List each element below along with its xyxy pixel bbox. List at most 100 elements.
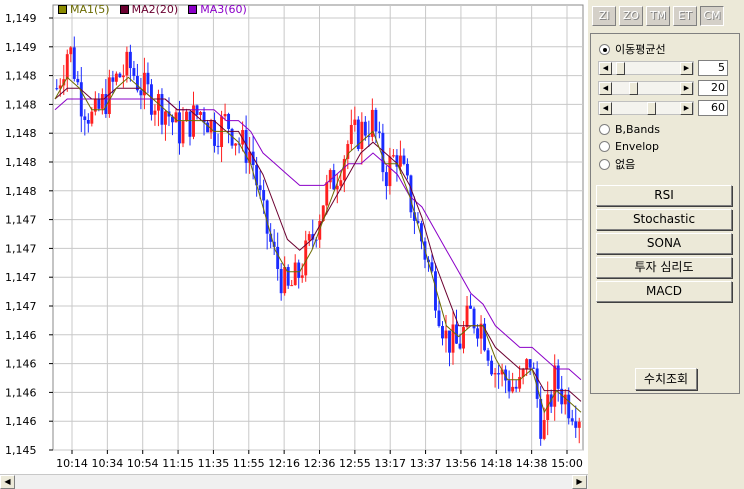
price-chart[interactable]: 1,149 1,149 1,148 1,148 1,148 1,148 1,148 1,147… xyxy=(0,0,588,489)
x-tick-label: 11:55 xyxy=(233,457,265,470)
sona-button[interactable]: SONA xyxy=(596,233,732,254)
candle-up xyxy=(300,275,304,278)
y-tick-label: 1,147 xyxy=(5,271,37,284)
candle-up xyxy=(153,110,157,115)
ma-label: 이동평균선 xyxy=(615,43,666,56)
x-tick-label: 10:54 xyxy=(127,457,159,470)
tm-button[interactable]: TM xyxy=(646,6,670,26)
x-tick-label: 13:56 xyxy=(445,457,477,470)
candle-up xyxy=(307,234,311,241)
legend-ma2: MA2(20) xyxy=(119,3,179,16)
candle-up xyxy=(290,285,294,287)
candle-down xyxy=(507,380,511,392)
candle-down xyxy=(286,267,290,286)
candle-up xyxy=(209,120,213,133)
rsi-button[interactable]: RSI xyxy=(596,185,732,206)
candle-up xyxy=(444,330,448,339)
candle-up xyxy=(65,54,69,80)
candle-down xyxy=(402,155,406,164)
legend-ma1: MA1(5) xyxy=(58,3,110,16)
bbands-option[interactable]: B,Bands xyxy=(599,123,660,136)
candle-down xyxy=(206,122,209,133)
legend-ma2-label: MA2(20) xyxy=(131,3,179,16)
zoom-out-button[interactable]: ZO xyxy=(619,6,643,26)
horizontal-scrollbar[interactable]: ◀ ▶ xyxy=(0,474,588,489)
candle-up xyxy=(234,143,238,146)
candle-down xyxy=(409,175,413,213)
candle-down xyxy=(149,84,153,115)
candle-down xyxy=(146,72,150,85)
candle-down xyxy=(76,78,80,83)
candle-down xyxy=(374,109,378,132)
y-tick-label: 1,149 xyxy=(5,12,37,25)
psychology-button[interactable]: 투자 심리도 xyxy=(596,257,732,278)
candle-up xyxy=(493,373,497,375)
x-tick-label: 11:15 xyxy=(162,457,194,470)
candle-up xyxy=(156,94,160,111)
candle-down xyxy=(405,163,409,176)
candle-down xyxy=(332,170,336,190)
candle-up xyxy=(283,267,287,294)
ma1-period-field[interactable]: 5 xyxy=(698,60,728,76)
cm-button[interactable]: CM xyxy=(700,6,724,26)
bbands-radio[interactable] xyxy=(599,124,610,135)
candle-up xyxy=(69,47,73,55)
ma2-period-field[interactable]: 20 xyxy=(698,80,728,96)
slider-thumb[interactable] xyxy=(646,102,656,115)
y-tick-label: 1,148 xyxy=(5,127,37,140)
legend-ma3-label: MA3(60) xyxy=(200,3,247,16)
candle-down xyxy=(539,398,543,439)
candle-up xyxy=(388,156,392,187)
slider-right-icon[interactable]: ▶ xyxy=(680,102,693,115)
ma3-slider-row: ◀ ▶ 60 xyxy=(598,100,738,116)
y-tick-label: 1,146 xyxy=(5,415,37,428)
y-tick-label: 1,149 xyxy=(5,41,37,54)
envelop-option[interactable]: Envelop xyxy=(599,140,659,153)
candle-up xyxy=(339,180,343,186)
scroll-right-icon[interactable]: ▶ xyxy=(572,475,587,489)
y-tick-label: 1,148 xyxy=(5,185,37,198)
ma3-period-field[interactable]: 60 xyxy=(698,100,728,116)
settings-panel-container: ZI ZO TM ET CM 이동평균선 ◀ ▶ 5 ◀ ▶ 20 ◀ ▶ 60… xyxy=(588,0,744,489)
slider-right-icon[interactable]: ▶ xyxy=(680,82,693,95)
slider-left-icon[interactable]: ◀ xyxy=(599,102,612,115)
envelop-radio[interactable] xyxy=(599,141,610,152)
x-tick-label: 15:00 xyxy=(551,457,583,470)
stochastic-button[interactable]: Stochastic xyxy=(596,209,732,230)
slider-thumb[interactable] xyxy=(615,62,625,75)
candle-up xyxy=(199,112,202,115)
y-tick-label: 1,148 xyxy=(5,98,37,111)
none-radio[interactable] xyxy=(599,158,610,170)
candle-down xyxy=(297,262,301,278)
candle-down xyxy=(97,98,101,109)
candle-up xyxy=(525,359,529,370)
none-option[interactable]: 없음 xyxy=(599,156,635,172)
legend-ma1-label: MA1(5) xyxy=(70,3,110,16)
scroll-left-icon[interactable]: ◀ xyxy=(0,475,15,489)
zoom-in-button[interactable]: ZI xyxy=(592,6,616,26)
value-query-button[interactable]: 수치조회 xyxy=(635,368,697,390)
ma3-slider[interactable]: ◀ ▶ xyxy=(598,101,694,115)
candle-down xyxy=(570,418,574,422)
chart-canvas[interactable]: 1,149 1,149 1,148 1,148 1,148 1,148 1,148 1,147… xyxy=(0,0,588,474)
slider-left-icon[interactable]: ◀ xyxy=(599,82,612,95)
ma1-slider[interactable]: ◀ ▶ xyxy=(598,61,694,75)
slider-left-icon[interactable]: ◀ xyxy=(599,62,612,75)
ma1-slider-row: ◀ ▶ 5 xyxy=(598,60,738,76)
ma2-slider[interactable]: ◀ ▶ xyxy=(598,81,694,95)
candle-up xyxy=(100,94,104,109)
x-tick-label: 12:55 xyxy=(339,457,371,470)
ma-radio[interactable] xyxy=(599,43,610,55)
candle-down xyxy=(72,47,76,79)
slider-thumb[interactable] xyxy=(629,82,639,95)
y-tick-label: 1,147 xyxy=(5,214,37,227)
candle-down xyxy=(476,328,480,339)
macd-button[interactable]: MACD xyxy=(596,281,732,302)
et-button[interactable]: ET xyxy=(673,6,697,26)
panel-filler xyxy=(588,398,744,489)
ma2-swatch xyxy=(119,5,129,14)
candle-down xyxy=(86,120,90,124)
ma-option[interactable]: 이동평균선 xyxy=(599,41,666,57)
slider-right-icon[interactable]: ▶ xyxy=(680,62,693,75)
candle-down xyxy=(532,367,536,369)
